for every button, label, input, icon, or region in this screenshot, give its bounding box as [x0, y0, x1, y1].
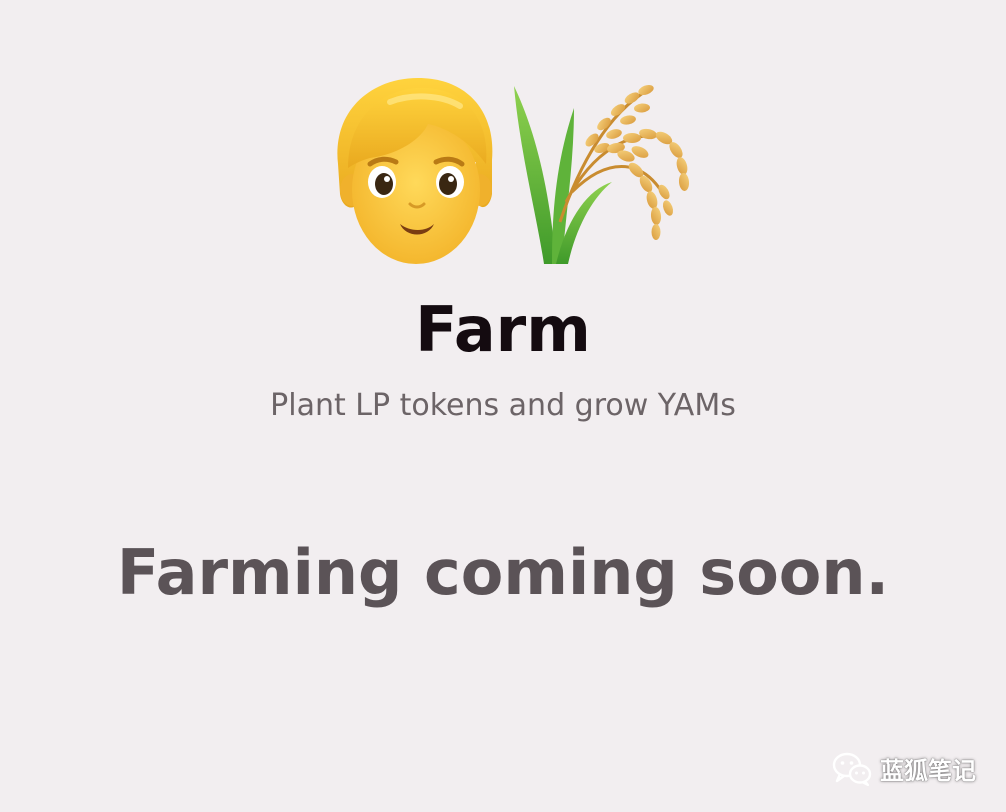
coming-soon-message: Farming coming soon. [116, 536, 890, 609]
watermark-text: 蓝狐笔记 [880, 757, 976, 785]
page-title: Farm [415, 293, 591, 366]
page-subtitle: Plant LP tokens and grow YAMs [270, 388, 736, 423]
wechat-icon [832, 752, 872, 786]
person-emoji-icon [337, 78, 493, 264]
hero-emoji-group [337, 78, 690, 264]
watermark: 蓝狐笔记 [832, 751, 976, 786]
hero-illustration [330, 72, 702, 268]
rice-sheaf-emoji-icon [514, 84, 690, 264]
